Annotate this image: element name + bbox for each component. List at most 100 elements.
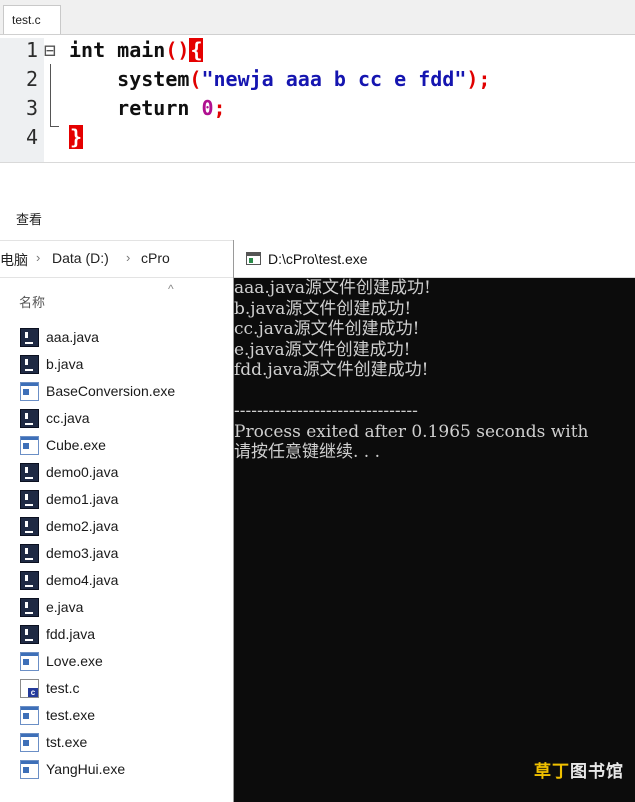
exe-window-icon bbox=[20, 382, 39, 401]
code-editor: test.c 1 ⊟ int main(){ 2 system("newja a… bbox=[0, 0, 635, 163]
file-item[interactable]: demo1.java bbox=[20, 486, 230, 513]
fold-guide bbox=[50, 64, 51, 126]
string-literal: "newja aaa b cc e fdd" bbox=[201, 67, 467, 91]
intellij-java-file-icon bbox=[20, 571, 39, 590]
file-name: BaseConversion.exe bbox=[46, 383, 176, 399]
file-item[interactable]: test.c bbox=[20, 675, 230, 702]
line-number: 4 bbox=[25, 125, 38, 149]
close-brace: } bbox=[69, 125, 84, 149]
file-name: cc.java bbox=[46, 410, 90, 426]
exe-window-icon bbox=[20, 760, 39, 779]
file-name: test.exe bbox=[46, 707, 96, 723]
fold-toggle-icon[interactable]: ⊟ bbox=[44, 38, 56, 62]
function-call: system bbox=[117, 67, 190, 91]
file-name: Cube.exe bbox=[46, 437, 106, 453]
console-line: b.java源文件创建成功! bbox=[234, 298, 412, 319]
intellij-java-file-icon bbox=[20, 463, 39, 482]
editor-tab-bar: test.c bbox=[0, 0, 635, 35]
file-item[interactable]: test.exe bbox=[20, 702, 230, 729]
semicolon: ; bbox=[213, 96, 226, 120]
file-item[interactable]: BaseConversion.exe bbox=[20, 378, 230, 405]
ribbon-tab-view[interactable]: 查看 bbox=[16, 209, 42, 228]
explorer-ribbon: 查看 bbox=[0, 200, 635, 240]
file-name: fdd.java bbox=[46, 626, 96, 642]
exe-window-icon bbox=[20, 706, 39, 725]
watermark: 草丁图书馆 bbox=[534, 757, 624, 782]
intellij-java-file-icon bbox=[20, 598, 39, 617]
chevron-right-icon[interactable]: › bbox=[126, 250, 130, 265]
intellij-java-file-icon bbox=[20, 328, 39, 347]
console-line: cc.java源文件创建成功! bbox=[234, 319, 420, 339]
file-item[interactable]: aaa.java bbox=[20, 324, 230, 351]
intellij-java-file-icon bbox=[20, 409, 39, 428]
file-item[interactable]: fdd.java bbox=[20, 621, 230, 648]
breadcrumb-this-pc[interactable]: 电脑 bbox=[0, 250, 28, 270]
file-name: aaa.java bbox=[46, 329, 99, 345]
intellij-java-file-icon bbox=[20, 625, 39, 644]
console-window[interactable]: D:\cPro\test.exe aaa.java源文件创建成功! b.java源… bbox=[233, 240, 635, 802]
file-name: test.c bbox=[46, 680, 80, 696]
file-item[interactable]: tst.exe bbox=[20, 729, 230, 756]
number-literal: 0 bbox=[201, 96, 214, 120]
column-header-name[interactable]: 名称 bbox=[19, 292, 45, 311]
file-name: YangHui.exe bbox=[46, 761, 126, 777]
console-line: aaa.java源文件创建成功! bbox=[234, 278, 431, 298]
line-number: 2 bbox=[25, 67, 38, 91]
keyword: int bbox=[69, 38, 106, 62]
intellij-java-file-icon bbox=[20, 517, 39, 536]
exe-window-icon bbox=[20, 652, 39, 671]
breadcrumb-folder[interactable]: cPro bbox=[141, 250, 170, 266]
intellij-java-file-icon bbox=[20, 544, 39, 563]
intellij-java-file-icon bbox=[20, 490, 39, 509]
watermark-part-1: 草丁 bbox=[534, 762, 570, 781]
line-number: 1 bbox=[25, 38, 38, 62]
tab-test-c[interactable]: test.c bbox=[3, 5, 61, 34]
file-item[interactable]: demo0.java bbox=[20, 459, 230, 486]
code-line-2[interactable]: 2 system("newja aaa b cc e fdd"); bbox=[0, 67, 635, 96]
file-list: aaa.java b.java BaseConversion.exe cc.java C… bbox=[20, 324, 230, 783]
file-item[interactable]: demo4.java bbox=[20, 567, 230, 594]
breadcrumb-drive[interactable]: Data (D:) bbox=[52, 250, 109, 266]
line-number: 3 bbox=[25, 96, 38, 120]
file-name: demo2.java bbox=[46, 518, 119, 534]
file-name: b.java bbox=[46, 356, 84, 372]
code-line-3[interactable]: 3 return 0; bbox=[0, 96, 635, 125]
console-title-bar[interactable]: D:\cPro\test.exe bbox=[234, 240, 635, 278]
parentheses: () bbox=[165, 38, 190, 62]
file-item[interactable]: Love.exe bbox=[20, 648, 230, 675]
sort-up-icon: ^ bbox=[168, 282, 174, 296]
code-line-1[interactable]: 1 ⊟ int main(){ bbox=[0, 38, 635, 67]
open-brace: { bbox=[189, 38, 204, 62]
console-app-icon bbox=[246, 252, 261, 265]
code-line-4[interactable]: 4 } bbox=[0, 125, 635, 154]
file-item[interactable]: Cube.exe bbox=[20, 432, 230, 459]
file-name: demo4.java bbox=[46, 572, 119, 588]
file-name: demo0.java bbox=[46, 464, 119, 480]
file-name: Love.exe bbox=[46, 653, 103, 669]
file-name: tst.exe bbox=[46, 734, 88, 750]
console-title: D:\cPro\test.exe bbox=[268, 251, 368, 267]
file-name: demo1.java bbox=[46, 491, 119, 507]
file-item[interactable]: demo2.java bbox=[20, 513, 230, 540]
chevron-right-icon[interactable]: › bbox=[36, 250, 40, 265]
open-paren: ( bbox=[189, 67, 202, 91]
file-item[interactable]: cc.java bbox=[20, 405, 230, 432]
file-item[interactable]: b.java bbox=[20, 351, 230, 378]
console-line: e.java源文件创建成功! bbox=[234, 339, 411, 360]
c-source-file-icon bbox=[20, 679, 39, 698]
return-keyword: return bbox=[117, 96, 202, 120]
watermark-part-2: 图书馆 bbox=[570, 762, 624, 781]
console-line: fdd.java源文件创建成功! bbox=[234, 360, 429, 380]
file-item[interactable]: demo3.java bbox=[20, 540, 230, 567]
close-paren-semicolon: ); bbox=[466, 67, 491, 91]
console-output: aaa.java源文件创建成功! b.java源文件创建成功! cc.java源文件… bbox=[234, 278, 635, 463]
file-item[interactable]: e.java bbox=[20, 594, 230, 621]
console-line: -------------------------------- bbox=[234, 401, 418, 421]
file-item[interactable]: YangHui.exe bbox=[20, 756, 230, 783]
function-name: main bbox=[105, 38, 166, 62]
exe-window-icon bbox=[20, 733, 39, 752]
intellij-java-file-icon bbox=[20, 355, 39, 374]
